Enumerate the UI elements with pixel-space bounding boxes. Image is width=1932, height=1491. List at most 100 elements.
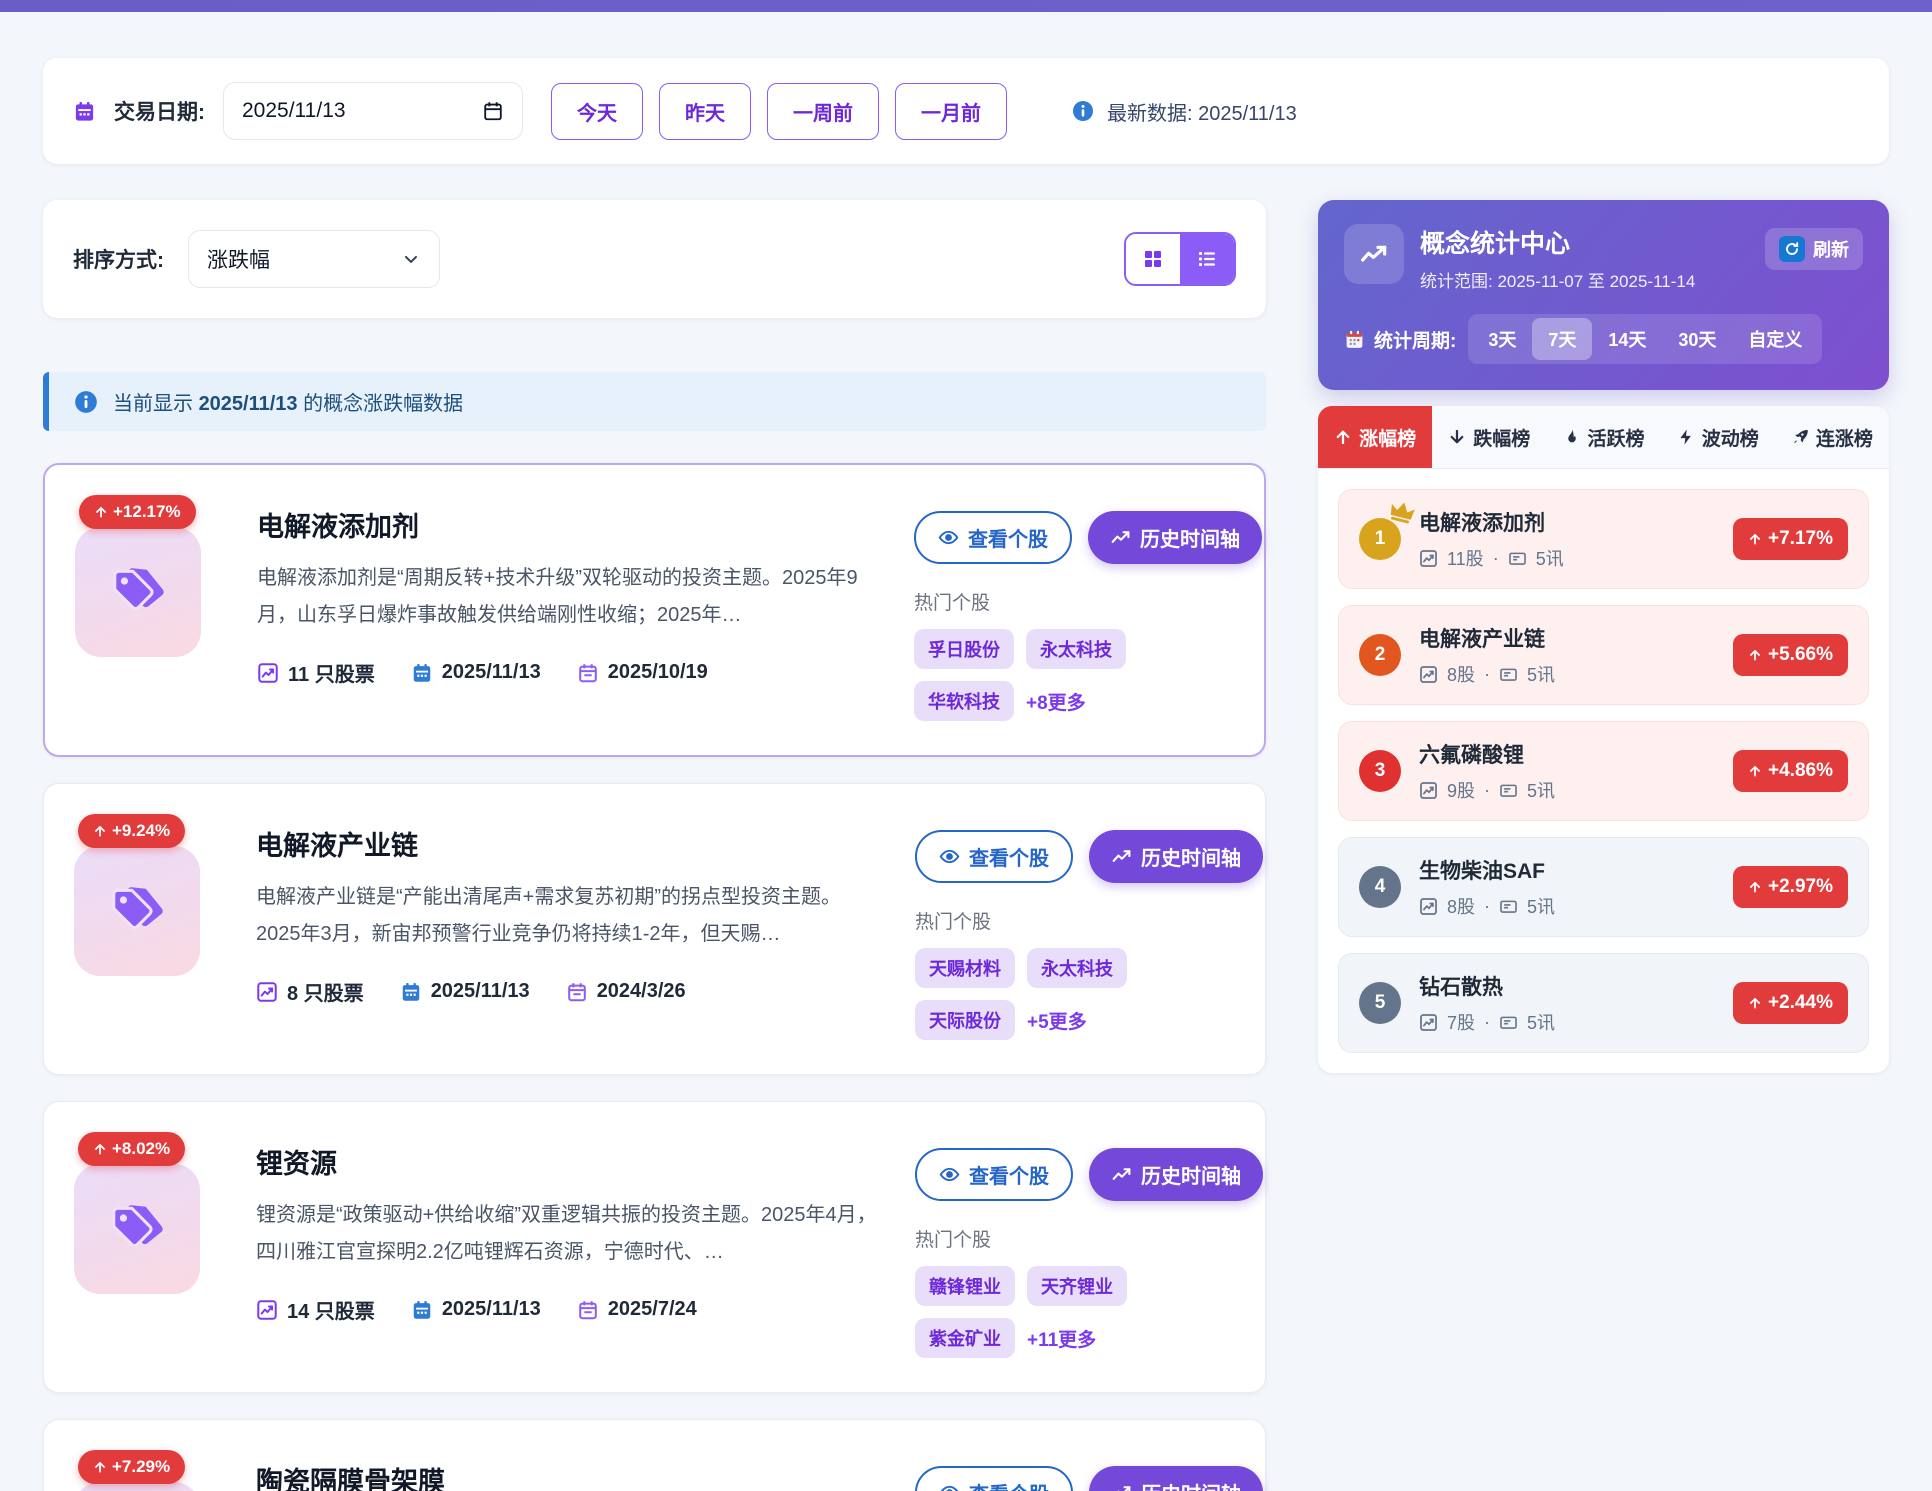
- calendar-check-icon: [577, 662, 599, 684]
- list-view-button[interactable]: [1180, 234, 1234, 284]
- concept-card[interactable]: +8.02% 锂资源 锂资源是“政策驱动+供给收缩”双重逻辑共振的投资主题。20…: [43, 1101, 1266, 1393]
- concept-main: 电解液添加剂 电解液添加剂是“周期反转+技术升级”双轮驱动的投资主题。2025年…: [257, 495, 884, 721]
- rank-item[interactable]: 4 生物柴油SAF 8股 · 5讯 +2.97%: [1338, 837, 1869, 937]
- more-stocks-link[interactable]: +8更多: [1026, 688, 1086, 715]
- latest-data-label: 最新数据: 2025/11/13: [1107, 97, 1297, 126]
- tab-volatility[interactable]: 波动榜: [1661, 406, 1775, 468]
- calendar-icon: [400, 981, 422, 1003]
- eye-icon: [938, 527, 959, 548]
- panel-chart-icon-box: [1344, 224, 1404, 284]
- update-date: 2025/11/13: [400, 980, 530, 1003]
- view-stocks-button[interactable]: 查看个股: [915, 830, 1073, 883]
- period-3d-button[interactable]: 3天: [1472, 318, 1532, 360]
- tags-icon: [107, 561, 169, 623]
- news-icon: [1499, 897, 1518, 916]
- rank-change-badge: +5.66%: [1733, 634, 1848, 676]
- news-icon: [1499, 665, 1518, 684]
- calendar-check-icon: [566, 981, 588, 1003]
- date-filter-card: 交易日期: 2025/11/13 今天 昨天 一周前 一月前 最新数据: 202…: [43, 58, 1889, 164]
- grid-view-button[interactable]: [1126, 234, 1180, 284]
- stock-tag[interactable]: 天赐材料: [915, 948, 1015, 988]
- rank-item[interactable]: 1 电解液添加剂 11股 · 5讯 +7.17: [1338, 489, 1869, 589]
- history-timeline-button[interactable]: 历史时间轴: [1089, 1148, 1263, 1201]
- rank-item[interactable]: 5 钻石散热 7股 · 5讯 +2.44%: [1338, 953, 1869, 1053]
- history-timeline-button[interactable]: 历史时间轴: [1089, 830, 1263, 883]
- view-stocks-button[interactable]: 查看个股: [915, 1466, 1073, 1491]
- concept-thumb-area: +8.02%: [74, 1132, 226, 1358]
- rank-number-badge: 4: [1359, 866, 1401, 908]
- concept-stats: 14 只股票 2025/11/13 2025/7/24: [256, 1295, 885, 1324]
- refresh-button[interactable]: 刷新: [1765, 228, 1863, 270]
- today-button[interactable]: 今天: [551, 83, 643, 140]
- concept-title: 陶瓷隔膜骨架膜: [256, 1460, 885, 1491]
- stats-panel-title: 概念统计中心: [1420, 224, 1749, 260]
- arrow-up-icon: [1748, 532, 1762, 546]
- concept-main: 电解液产业链 电解液产业链是“产能出清尾声+需求复苏初期”的拐点型投资主题。20…: [256, 814, 885, 1040]
- period-7d-button[interactable]: 7天: [1532, 318, 1592, 360]
- stock-tag[interactable]: 紫金矿业: [915, 1318, 1015, 1358]
- date-picker-icon[interactable]: [482, 100, 504, 122]
- date-input[interactable]: 2025/11/13: [223, 82, 523, 140]
- crown-icon: [1386, 497, 1417, 527]
- more-stocks-link[interactable]: +11更多: [1027, 1325, 1096, 1352]
- rank-item[interactable]: 2 电解液产业链 8股 · 5讯 +5.66%: [1338, 605, 1869, 705]
- month-ago-button[interactable]: 一月前: [895, 83, 1007, 140]
- sort-label: 排序方式:: [73, 244, 164, 274]
- trend-chart-icon: [256, 981, 278, 1003]
- rank-item[interactable]: 3 六氟磷酸锂 9股 · 5讯 +4.86%: [1338, 721, 1869, 821]
- period-custom-button[interactable]: 自定义: [1732, 318, 1818, 360]
- concept-thumb-area: +12.17%: [75, 495, 227, 721]
- calendar-icon: [1344, 329, 1365, 350]
- concept-card[interactable]: +12.17% 电解液添加剂 电解液添加剂是“周期反转+技术升级”双轮驱动的投资…: [43, 463, 1266, 757]
- period-label: 统计周期:: [1344, 326, 1456, 353]
- tab-active[interactable]: 活跃榜: [1546, 406, 1660, 468]
- rank-number-badge: 3: [1359, 750, 1401, 792]
- sort-card: 排序方式: 涨跌幅: [43, 200, 1266, 318]
- view-stocks-button[interactable]: 查看个股: [915, 1148, 1073, 1201]
- concept-side: 查看个股 历史时间轴 热门个股 天赐材料 永太科技 天际股份 +5更多: [915, 814, 1235, 1040]
- timeline-chart-icon: [1111, 1164, 1132, 1185]
- sort-select[interactable]: 涨跌幅: [188, 230, 440, 288]
- stock-tag[interactable]: 永太科技: [1026, 629, 1126, 669]
- concept-card[interactable]: +9.24% 电解液产业链 电解液产业链是“产能出清尾声+需求复苏初期”的拐点型…: [43, 783, 1266, 1075]
- stock-count: 11 只股票: [257, 658, 375, 687]
- concept-side: 查看个股 历史时间轴 热门个股 星源材质 佛塑科技 东峰集团 +5更多: [915, 1450, 1235, 1491]
- eye-icon: [939, 1482, 960, 1491]
- timeline-chart-icon: [1110, 527, 1131, 548]
- stock-count: 8 只股票: [256, 977, 364, 1006]
- tab-gainers[interactable]: 涨幅榜: [1318, 406, 1432, 468]
- stock-tag[interactable]: 赣锋锂业: [915, 1266, 1015, 1306]
- ranking-tabs: 涨幅榜 跌幅榜 活跃榜 波动榜 连涨榜: [1318, 406, 1889, 469]
- trend-chart-icon: [257, 662, 279, 684]
- arrow-up-icon: [93, 1142, 107, 1156]
- rocket-icon: [1791, 428, 1809, 446]
- create-date: 2024/3/26: [566, 980, 686, 1003]
- concept-card[interactable]: +7.29% 陶瓷隔膜骨架膜 陶瓷隔膜骨架膜是技术创新驱动的固态电池产业链β升级…: [43, 1419, 1266, 1491]
- concept-title: 电解液添加剂: [257, 505, 884, 544]
- stock-tag[interactable]: 孚日股份: [914, 629, 1014, 669]
- concept-stats: 8 只股票 2025/11/13 2024/3/26: [256, 977, 885, 1006]
- period-14d-button[interactable]: 14天: [1592, 318, 1662, 360]
- tab-streak[interactable]: 连涨榜: [1775, 406, 1889, 468]
- tab-losers[interactable]: 跌幅榜: [1432, 406, 1546, 468]
- hot-stocks-label: 热门个股: [915, 1225, 1235, 1252]
- stock-tag[interactable]: 天际股份: [915, 1000, 1015, 1040]
- hot-stocks-tags: 天赐材料 永太科技 天际股份 +5更多: [915, 948, 1235, 1040]
- week-ago-button[interactable]: 一周前: [767, 83, 879, 140]
- concept-title: 锂资源: [256, 1142, 885, 1181]
- notice-text: 当前显示 2025/11/13 的概念涨跌幅数据: [113, 387, 463, 416]
- tags-icon: [106, 880, 168, 942]
- stock-tag[interactable]: 永太科技: [1027, 948, 1127, 988]
- stock-tag[interactable]: 天齐锂业: [1027, 1266, 1127, 1306]
- period-30d-button[interactable]: 30天: [1662, 318, 1732, 360]
- stock-tag[interactable]: 华软科技: [914, 681, 1014, 721]
- more-stocks-link[interactable]: +5更多: [1027, 1007, 1087, 1034]
- rank-concept-name: 电解液产业链: [1419, 623, 1715, 653]
- yesterday-button[interactable]: 昨天: [659, 83, 751, 140]
- history-timeline-button[interactable]: 历史时间轴: [1089, 1466, 1263, 1491]
- rank-concept-name: 电解液添加剂: [1419, 507, 1715, 537]
- arrow-up-icon: [93, 1460, 107, 1474]
- concept-main: 锂资源 锂资源是“政策驱动+供给收缩”双重逻辑共振的投资主题。2025年4月，四…: [256, 1132, 885, 1358]
- view-stocks-button[interactable]: 查看个股: [914, 511, 1072, 564]
- history-timeline-button[interactable]: 历史时间轴: [1088, 511, 1262, 564]
